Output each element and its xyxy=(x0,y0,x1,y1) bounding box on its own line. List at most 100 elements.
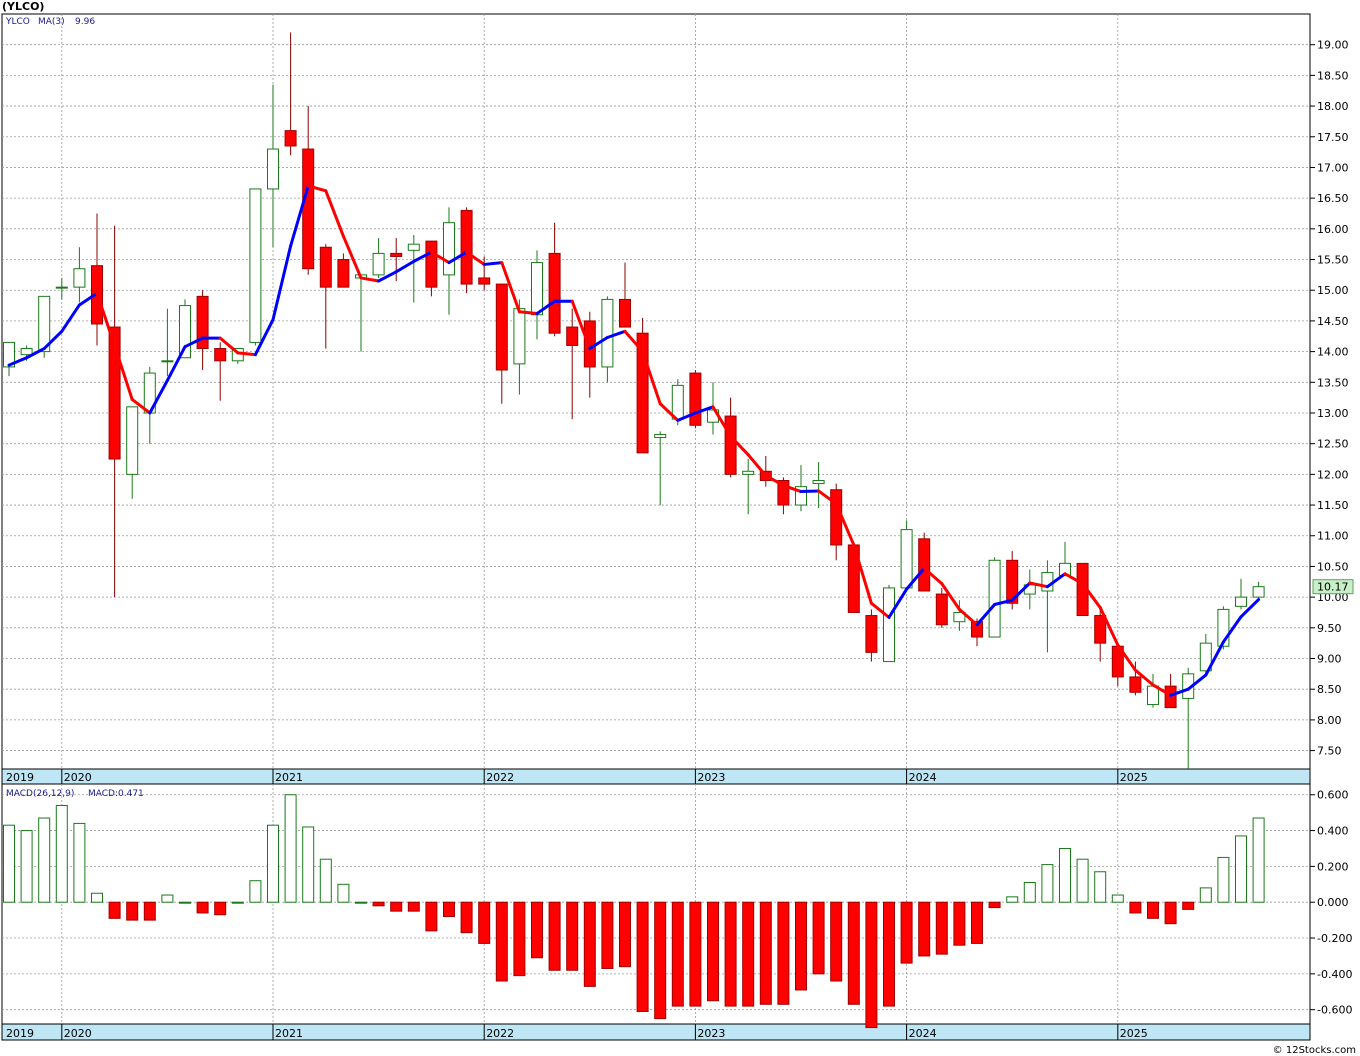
macd-bar-positive xyxy=(337,883,350,903)
macd-bar-negative xyxy=(935,901,948,955)
macd-bar-negative xyxy=(407,901,420,912)
macd-bar-negative xyxy=(196,901,209,914)
macd-bar-negative xyxy=(900,901,913,964)
last-price-label: 10.17 xyxy=(1317,581,1349,594)
price-x-tick-label: 2024 xyxy=(909,771,937,784)
candle xyxy=(636,317,649,454)
candle xyxy=(689,370,702,429)
macd-bar-positive xyxy=(1199,887,1212,903)
macd-bar-negative xyxy=(495,901,508,982)
macd-bar-positive xyxy=(55,804,68,903)
macd-bar-positive xyxy=(3,824,15,903)
macd-bar-negative xyxy=(1147,901,1159,919)
candle-body-down xyxy=(1129,676,1142,693)
macd-y-tick-label: 0.600 xyxy=(1317,789,1349,802)
macd-bar-negative xyxy=(513,901,526,977)
candle-body-up xyxy=(55,286,68,289)
candle-body-down xyxy=(284,130,297,147)
price-y-tick-label: 15.50 xyxy=(1317,254,1349,267)
price-y-tick-label: 11.50 xyxy=(1317,499,1349,512)
macd-bar-positive xyxy=(20,830,33,903)
candle-body-up xyxy=(249,188,262,343)
macd-bar-negative xyxy=(1164,901,1177,925)
candle-body-up xyxy=(267,148,279,190)
stock-chart: (YLCO) 7.50 8.00 8.50 9.00 9.50 10.00 10.50 11.… xyxy=(0,0,1360,1056)
macd-bar-negative xyxy=(883,901,895,1007)
macd-bar-negative xyxy=(372,901,385,907)
macd-bar-positive xyxy=(38,817,51,903)
price-y-tick-label: 18.00 xyxy=(1317,100,1349,113)
candle-body-down xyxy=(390,252,403,257)
macd-bar-negative xyxy=(654,901,667,1020)
ma-segment xyxy=(236,351,257,357)
macd-y-tick-label: -0.600 xyxy=(1317,1004,1352,1017)
macd-bar-negative xyxy=(777,901,790,1005)
candle-body-up xyxy=(20,348,33,356)
candle-body-down xyxy=(830,489,843,546)
price-y-tick-label: 17.50 xyxy=(1317,131,1349,144)
macd-bar-positive xyxy=(284,794,297,903)
candle-body-up xyxy=(883,587,895,663)
candle-body-up xyxy=(601,298,614,368)
macd-bar-negative xyxy=(724,901,737,1007)
legend-ma-label: MA(3) xyxy=(38,17,65,27)
price-y-tick-label: 14.50 xyxy=(1317,315,1349,328)
price-x-tick-label: 2025 xyxy=(1120,771,1148,784)
candle-body-up xyxy=(742,470,755,475)
legend-symbol: YLCO xyxy=(5,17,30,27)
price-y-tick-label: 10.50 xyxy=(1317,560,1349,573)
macd-bar-positive xyxy=(355,901,367,904)
candle xyxy=(460,207,473,294)
candle xyxy=(883,584,895,663)
price-y-tick-label: 13.00 xyxy=(1317,407,1349,420)
macd-bar-negative xyxy=(865,901,878,1029)
candle-body-up xyxy=(654,433,667,439)
macd-bar-negative xyxy=(812,901,825,975)
macd-bar-negative xyxy=(390,901,403,912)
price-y-tick-label: 14.00 xyxy=(1317,346,1349,359)
price-x-tick-label: 2020 xyxy=(64,771,92,784)
macd-y-tick-label: 0.400 xyxy=(1317,825,1349,838)
candle-body-up xyxy=(671,384,684,420)
price-y-tick-label: 8.00 xyxy=(1317,714,1342,727)
macd-bar-positive xyxy=(1252,817,1265,903)
macd-bar-negative xyxy=(953,901,966,946)
price-x-tick-label: 2019 xyxy=(6,771,34,784)
macd-bar-positive xyxy=(249,880,262,903)
macd-bar-positive xyxy=(1023,882,1036,903)
macd-bar-negative xyxy=(214,901,227,916)
macd-bar-positive xyxy=(1235,835,1247,903)
macd-x-tick-label: 2022 xyxy=(486,1027,514,1040)
candle-body-down xyxy=(478,277,491,285)
macd-bar-positive xyxy=(179,901,191,904)
macd-bar-negative xyxy=(126,901,139,921)
candle-body-down xyxy=(865,615,878,653)
macd-bar-positive xyxy=(302,826,315,903)
macd-bar-negative xyxy=(759,901,772,1005)
macd-y-tick-label: -0.200 xyxy=(1317,932,1352,945)
candle-body-up xyxy=(988,559,1001,638)
candle-body-up xyxy=(531,262,543,316)
price-x-tick-label: 2022 xyxy=(486,771,514,784)
candle-body-up xyxy=(1252,586,1265,598)
candle-body-down xyxy=(460,209,473,285)
macd-bar-positive xyxy=(161,894,174,903)
macd-bar-negative xyxy=(707,901,719,1002)
macd-bar-negative xyxy=(918,901,931,957)
price-y-tick-label: 13.50 xyxy=(1317,376,1349,389)
candle-body-up xyxy=(812,480,825,485)
price-y-tick-label: 8.50 xyxy=(1317,683,1342,696)
macd-legend-value: MACD:0.471 xyxy=(88,789,144,799)
price-y-tick-label: 16.00 xyxy=(1317,223,1349,236)
candle xyxy=(900,520,913,589)
ma-segment xyxy=(799,489,821,494)
candle-body-down xyxy=(566,326,579,346)
price-y-tick-label: 17.00 xyxy=(1317,161,1349,174)
candle-body-up xyxy=(443,222,455,276)
macd-bar-negative xyxy=(671,901,684,1007)
macd-legend-name: MACD(26,12,9) xyxy=(6,789,74,799)
price-y-tick-label: 16.50 xyxy=(1317,192,1349,205)
macd-bar-negative xyxy=(478,901,491,944)
candle-body-down xyxy=(319,246,332,288)
candle xyxy=(935,587,948,628)
